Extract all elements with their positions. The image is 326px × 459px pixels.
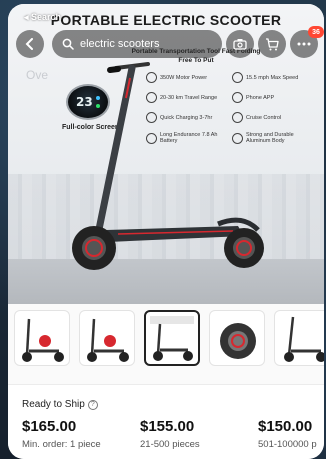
tab-overview[interactable]: Ove xyxy=(26,68,48,82)
scooter-thumb-icon xyxy=(87,318,129,362)
price-tiers: $165.00 Min. order: 1 piece $155.00 21-5… xyxy=(22,418,317,450)
search-query: electric scooters xyxy=(80,38,160,50)
tier-moq: 21-500 pieces xyxy=(140,439,200,450)
thumbnail[interactable] xyxy=(274,310,324,366)
tier-price: $150.00 xyxy=(258,418,313,435)
more-dots-icon xyxy=(297,42,311,46)
tier-moq: 501-100000 p xyxy=(258,439,317,450)
camera-icon xyxy=(233,39,247,50)
scooter-illustration xyxy=(72,62,264,270)
tier-price: $165.00 xyxy=(22,418,77,435)
status-back-link[interactable]: ◂ Search xyxy=(24,12,61,23)
wheel-thumb-icon xyxy=(220,323,256,359)
thumbnail[interactable] xyxy=(209,310,265,366)
chevron-left-icon xyxy=(25,38,33,50)
back-button[interactable] xyxy=(16,30,44,58)
ready-to-ship: Ready to Ship ? xyxy=(22,399,310,410)
cart-icon xyxy=(266,37,279,50)
scooter-thumb-icon xyxy=(22,318,64,362)
notification-badge: 36 xyxy=(308,26,324,38)
ready-to-ship-label: Ready to Ship xyxy=(22,399,85,410)
scooter-thumb-icon xyxy=(284,316,324,362)
tier-price: $155.00 xyxy=(140,418,195,435)
price-tier: $150.00 501-100000 p xyxy=(258,418,318,450)
camera-search-button[interactable] xyxy=(226,30,254,58)
thumbnail-active[interactable] xyxy=(144,310,200,366)
thumbnail[interactable] xyxy=(79,310,135,366)
search-icon xyxy=(62,38,74,50)
thumbnail-strip xyxy=(8,310,324,380)
info-icon[interactable]: ? xyxy=(87,399,98,410)
scooter-thumb-icon xyxy=(150,316,194,361)
price-tier: $155.00 21-500 pieces xyxy=(140,418,258,450)
price-section: Ready to Ship ? $165.00 Min. order: 1 pi… xyxy=(8,384,324,459)
more-button[interactable]: 36 xyxy=(290,26,324,58)
cart-button[interactable] xyxy=(258,30,286,58)
tier-moq: Min. order: 1 piece xyxy=(22,439,101,450)
price-tier: $165.00 Min. order: 1 piece xyxy=(22,418,140,450)
thumbnail[interactable] xyxy=(14,310,70,366)
search-bar[interactable]: electric scooters xyxy=(52,30,222,58)
product-card: PORTABLE ELECTRIC SCOOTER Portable Trans… xyxy=(8,4,324,459)
